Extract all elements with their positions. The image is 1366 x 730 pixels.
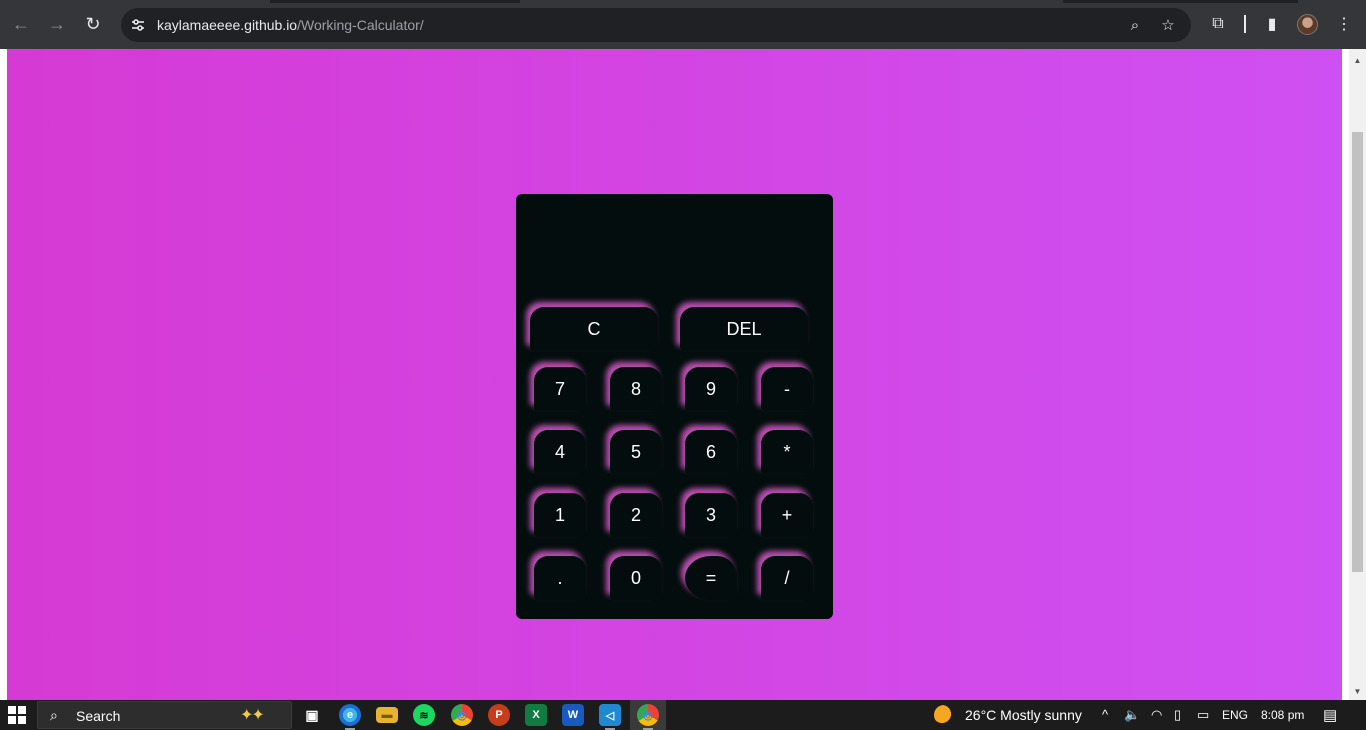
- page-background: C DEL 7 8 9 - 4 5 6 * 1 2 3 + . 0 = /: [7, 49, 1342, 700]
- key-9[interactable]: 9: [685, 367, 737, 411]
- volume-icon[interactable]: 🔈: [1124, 707, 1140, 723]
- key-7[interactable]: 7: [534, 367, 586, 411]
- windows-start-icon[interactable]: [8, 706, 26, 724]
- bookmark-star-icon[interactable]: ☆: [1158, 15, 1178, 35]
- scrollbar-thumb[interactable]: [1352, 132, 1363, 572]
- start-logo-pane: [18, 706, 26, 714]
- key-6[interactable]: 6: [685, 430, 737, 474]
- key-divide[interactable]: /: [761, 556, 813, 600]
- key-decimal[interactable]: .: [534, 556, 586, 600]
- copilot-sparkle-icon: ✦✦: [240, 707, 265, 724]
- site-info-icon[interactable]: [128, 15, 148, 35]
- key-5[interactable]: 5: [610, 430, 662, 474]
- word-icon[interactable]: W: [562, 704, 584, 726]
- page-right-edge: [1342, 49, 1349, 700]
- notification-icon[interactable]: ▤: [1323, 706, 1337, 724]
- calculator-display: [528, 204, 821, 299]
- extensions-icon[interactable]: ⧉: [1206, 12, 1230, 36]
- key-minus[interactable]: -: [761, 367, 813, 411]
- reload-icon[interactable]: ↻: [80, 11, 106, 37]
- delete-button[interactable]: DEL: [680, 307, 808, 351]
- scroll-up-arrow[interactable]: ▲: [1349, 52, 1366, 68]
- key-3[interactable]: 3: [685, 493, 737, 537]
- calculator: C DEL 7 8 9 - 4 5 6 * 1 2 3 + . 0 = /: [516, 194, 833, 619]
- toolbar-divider: [1244, 15, 1246, 33]
- page-left-edge: [0, 49, 7, 700]
- vscode-icon[interactable]: ◁: [599, 704, 621, 730]
- taskbar: ⌕ Search ✦✦ ▣ e ▬ ≋ ◎ P X W ◁ ◎ 26°C Mos…: [0, 700, 1366, 730]
- back-icon[interactable]: ←: [8, 11, 34, 37]
- start-logo-pane: [8, 706, 16, 714]
- side-panel-icon[interactable]: ▮: [1260, 12, 1284, 36]
- powerpoint-icon[interactable]: P: [488, 704, 510, 726]
- taskbar-search-box[interactable]: ⌕ Search ✦✦: [37, 701, 292, 729]
- search-label: Search: [76, 708, 121, 724]
- key-4[interactable]: 4: [534, 430, 586, 474]
- scroll-down-arrow[interactable]: ▼: [1349, 683, 1366, 699]
- forward-icon[interactable]: →: [44, 11, 70, 37]
- tab-edge: [1063, 0, 1298, 3]
- key-8[interactable]: 8: [610, 367, 662, 411]
- wifi-icon[interactable]: ◠: [1151, 707, 1162, 723]
- chrome-active-icon[interactable]: ◎: [637, 704, 659, 730]
- clear-button[interactable]: C: [530, 307, 658, 351]
- address-bar[interactable]: kaylamaeeee.github.io/Working-Calculator…: [121, 8, 1191, 42]
- browser-toolbar: ← → ↻ kaylamaeeee.github.io/Working-Calc…: [0, 0, 1366, 49]
- key-0[interactable]: 0: [610, 556, 662, 600]
- url-text[interactable]: kaylamaeeee.github.io/Working-Calculator…: [157, 17, 424, 33]
- spotify-icon[interactable]: ≋: [413, 704, 435, 726]
- browser-menu-icon[interactable]: ⋮: [1332, 12, 1356, 36]
- start-logo-pane: [8, 716, 16, 724]
- key-plus[interactable]: +: [761, 493, 813, 537]
- start-logo-pane: [18, 716, 26, 724]
- zoom-icon[interactable]: ⌕: [1125, 15, 1145, 35]
- chrome-icon[interactable]: ◎: [451, 704, 473, 726]
- tray-chevron-icon[interactable]: ^: [1102, 707, 1108, 722]
- key-2[interactable]: 2: [610, 493, 662, 537]
- language-indicator[interactable]: ENG: [1222, 708, 1248, 722]
- key-multiply[interactable]: *: [761, 430, 813, 474]
- weather-text[interactable]: 26°C Mostly sunny: [965, 707, 1082, 723]
- file-explorer-icon[interactable]: ▬: [376, 707, 398, 723]
- battery-icon[interactable]: ▭: [1197, 707, 1209, 723]
- key-1[interactable]: 1: [534, 493, 586, 537]
- tab-edge: [270, 0, 520, 3]
- edge-icon[interactable]: e: [339, 704, 361, 730]
- meet-now-icon[interactable]: ▯: [1174, 707, 1181, 723]
- task-view-icon[interactable]: ▣: [301, 704, 323, 726]
- search-icon: ⌕: [50, 707, 58, 723]
- weather-sun-cloud-icon[interactable]: [934, 705, 954, 725]
- url-path: /Working-Calculator/: [297, 17, 424, 33]
- profile-avatar[interactable]: [1297, 14, 1318, 35]
- url-host: kaylamaeeee.github.io: [157, 17, 298, 33]
- excel-icon[interactable]: X: [525, 704, 547, 726]
- taskbar-clock[interactable]: 8:08 pm: [1261, 708, 1304, 722]
- equals-button[interactable]: =: [685, 556, 737, 600]
